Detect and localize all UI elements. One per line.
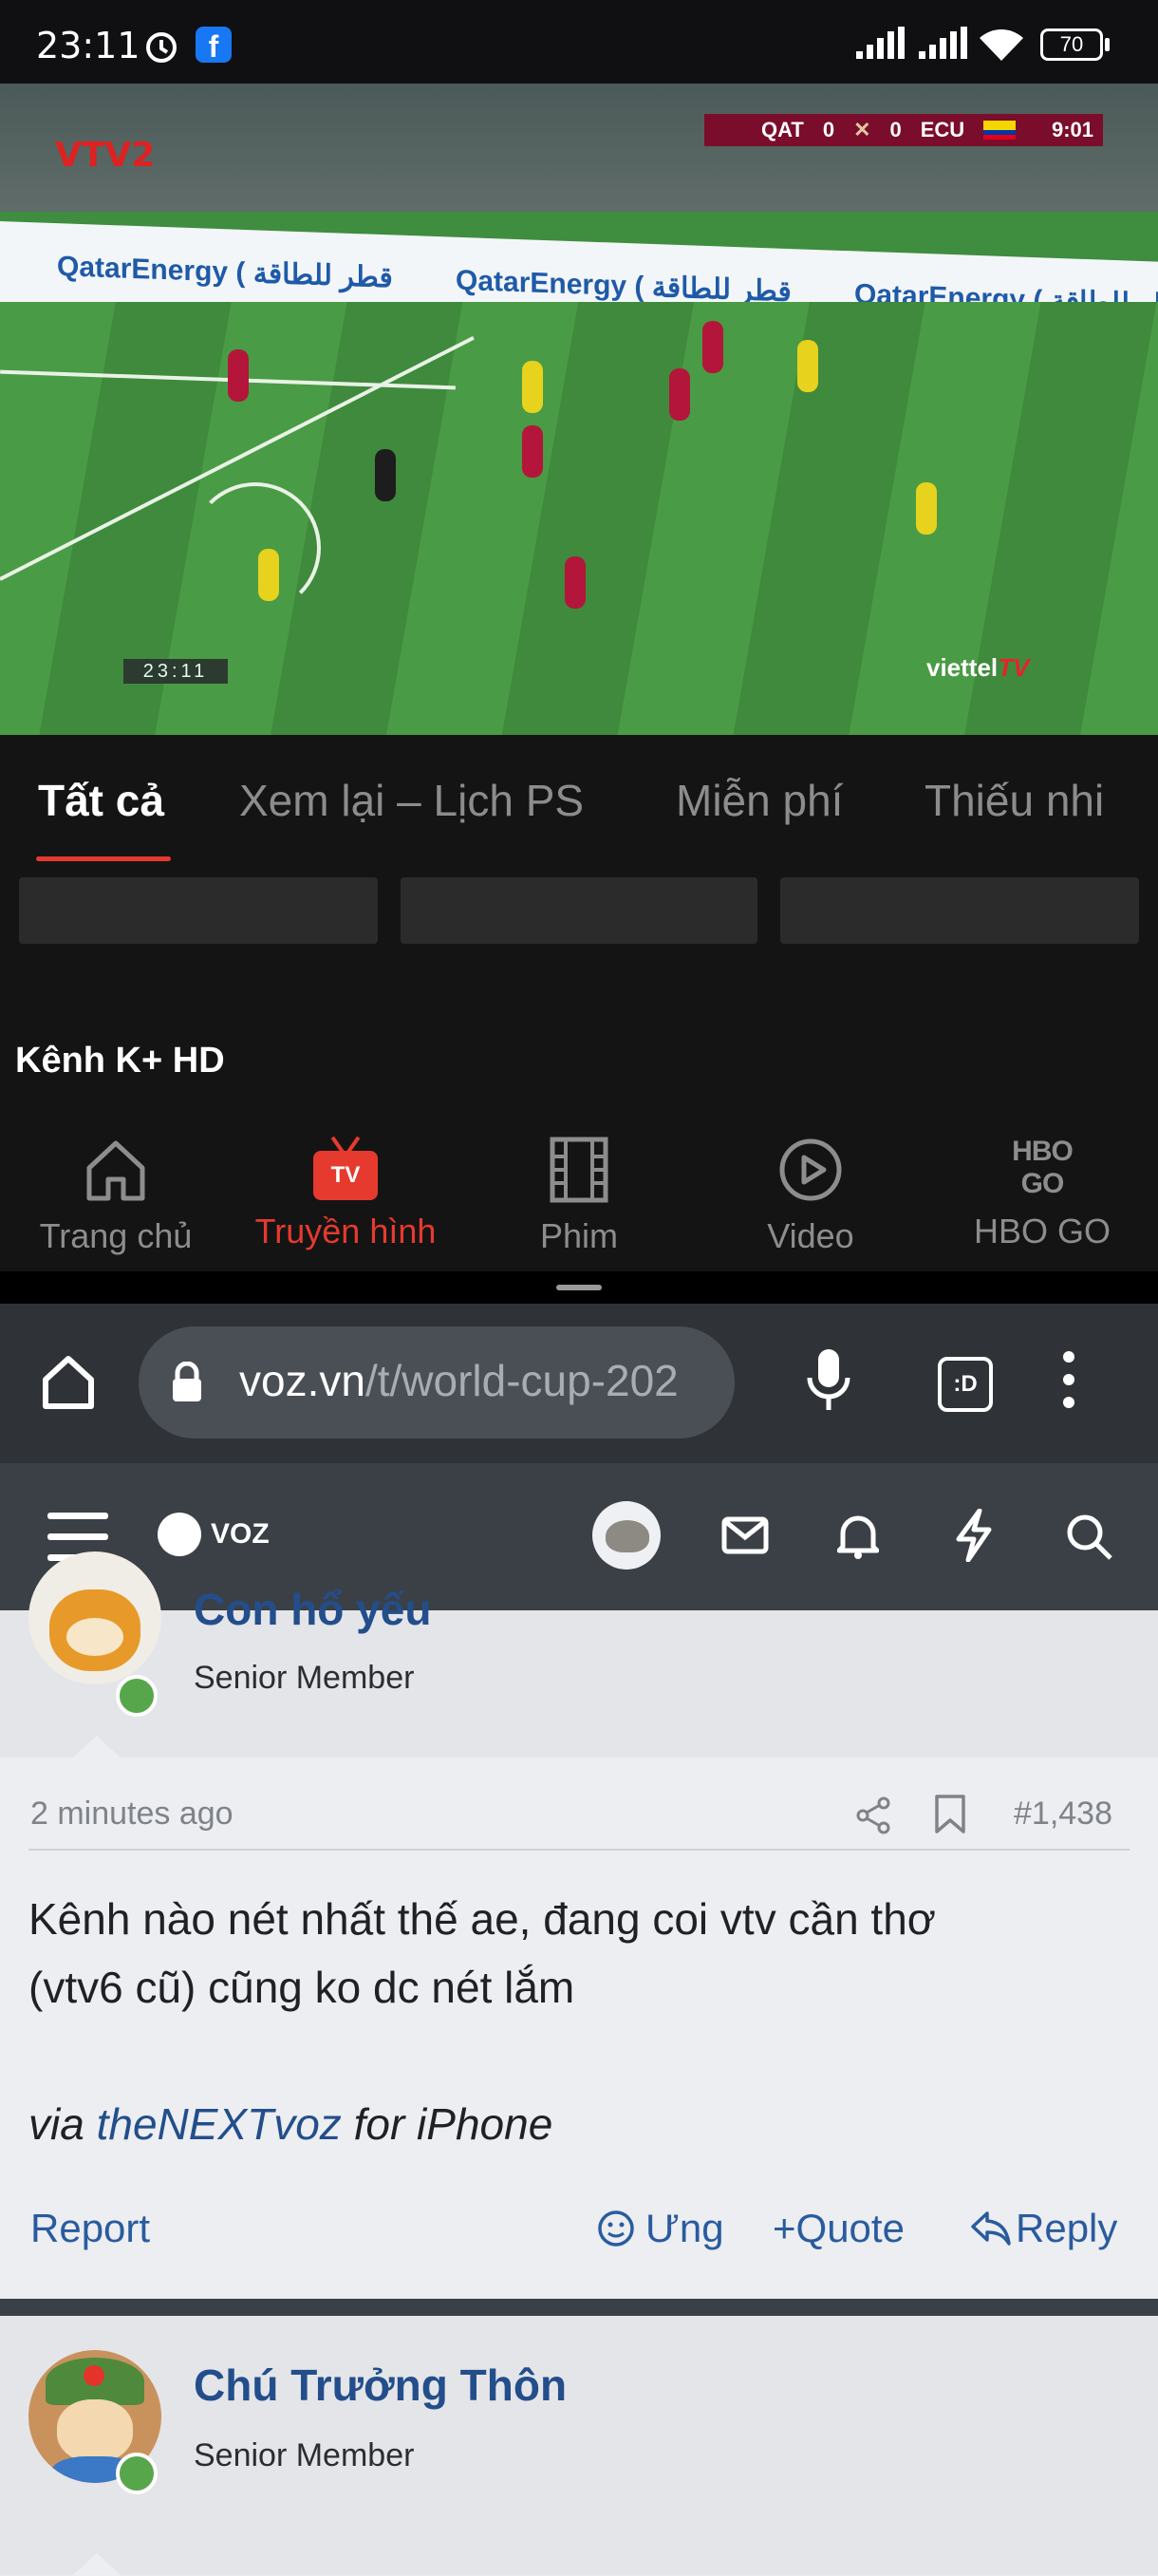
author-avatar[interactable]	[28, 1551, 161, 1684]
url-text: voz.vn/t/world-cup-202	[239, 1355, 679, 1406]
plus-icon: +	[773, 2206, 796, 2250]
tv-app: Tất cả Xem lại – Lịch PS Miễn phí Thiếu …	[0, 735, 1158, 1271]
hbo-go-logo: HBO GO	[1012, 1136, 1074, 1199]
nav-label: Truyền hình	[254, 1212, 437, 1250]
nav-video[interactable]: Video	[697, 1136, 925, 1256]
channel-placeholder[interactable]	[401, 877, 757, 944]
tab-thieu-nhi[interactable]: Thiếu nhi	[925, 775, 1104, 826]
home-icon	[86, 1140, 145, 1201]
nav-label: HBO GO	[973, 1212, 1111, 1250]
search-icon[interactable]	[1065, 1513, 1114, 1562]
nav-hbo-go[interactable]: HBO GO HBO GO	[928, 1136, 1156, 1251]
author-role: Senior Member	[194, 1660, 415, 1696]
post-pointer	[72, 1736, 121, 1758]
bell-icon[interactable]	[837, 1511, 879, 1560]
channel-placeholder[interactable]	[780, 877, 1139, 944]
meta-divider	[28, 1849, 1130, 1851]
signal-icon-1	[856, 27, 905, 59]
nav-trang-chu[interactable]: Trang chủ	[2, 1136, 230, 1256]
tab-xem-lai[interactable]: Xem lại – Lịch PS	[239, 775, 584, 826]
away-score: 0	[889, 118, 902, 141]
author-role: Senior Member	[194, 2437, 415, 2473]
nav-phim[interactable]: Phim	[465, 1136, 693, 1256]
post-text-line: Kênh nào nét nhất thế ae, đang coi vtv c…	[28, 1894, 936, 1944]
mail-icon[interactable]	[721, 1516, 769, 1554]
scoreboard: QAT 0 ✕ 0 ECU 9:01	[704, 114, 1103, 146]
home-score: 0	[822, 118, 835, 141]
post-number[interactable]: #1,438	[1014, 1796, 1112, 1833]
film-icon	[550, 1137, 608, 1203]
voz-logo[interactable]: VOZ	[211, 1518, 270, 1551]
post-time[interactable]: 2 minutes ago	[30, 1796, 233, 1833]
signal-icon-2	[919, 27, 967, 59]
post-signature: via theNEXTvoz for iPhone	[28, 2099, 553, 2149]
play-icon	[779, 1138, 842, 1201]
url-host: voz.vn	[239, 1356, 365, 1405]
nav-label: Trang chủ	[39, 1216, 193, 1255]
online-indicator-icon	[116, 1675, 158, 1717]
home-team: QAT	[761, 118, 804, 141]
viettel-tv-watermark: viettelTV	[926, 653, 1030, 682]
nav-label: Phim	[539, 1216, 619, 1255]
battery-level: 70	[1059, 32, 1084, 56]
voz-logo-mark	[158, 1513, 201, 1556]
wifi-icon	[980, 29, 1023, 61]
ecuador-flag-icon	[983, 121, 1017, 140]
channel-placeholder[interactable]	[19, 877, 378, 944]
lock-icon	[173, 1362, 201, 1401]
author-name[interactable]: Chú Trưởng Thôn	[194, 2360, 567, 2411]
post-content: Kênh nào nét nhất thế ae, đang coi vtv c…	[28, 1885, 1130, 2158]
post-author-block: Chú Trưởng Thôn Senior Member	[0, 2316, 1158, 2576]
lightning-icon[interactable]	[955, 1509, 993, 1562]
bookmark-icon[interactable]	[934, 1794, 966, 1835]
reply-button[interactable]: Reply	[970, 2206, 1117, 2251]
home-icon[interactable]	[38, 1351, 99, 1412]
url-bar[interactable]: voz.vn/t/world-cup-202	[139, 1326, 735, 1438]
browser-toolbar: voz.vn/t/world-cup-202 :D	[0, 1304, 1158, 1463]
post-author-block: Con hổ yếu Senior Member	[0, 1551, 1158, 1758]
author-name[interactable]: Con hổ yếu	[194, 1584, 431, 1635]
status-bar: 23:11 f 70	[0, 0, 1158, 84]
battery-icon: 70	[1040, 28, 1103, 61]
split-screen-handle[interactable]	[556, 1285, 602, 1290]
section-title: Kênh K+ HD	[15, 1041, 225, 1081]
report-link[interactable]: Report	[30, 2206, 150, 2251]
tab-switcher-button[interactable]: :D	[938, 1357, 993, 1412]
quote-label: Quote	[795, 2206, 905, 2250]
online-indicator-icon	[116, 2453, 158, 2494]
url-path: /t/world-cup-202	[364, 1356, 679, 1405]
stadium-stands	[0, 84, 1158, 212]
post-separator	[0, 2299, 1158, 2316]
video-timestamp: 23:11	[123, 659, 228, 684]
ung-button[interactable]: Ưng	[596, 2206, 724, 2251]
active-tab-indicator	[36, 856, 171, 861]
quote-button[interactable]: +Quote	[773, 2206, 905, 2251]
nav-label: Video	[767, 1216, 854, 1255]
tab-mien-phi[interactable]: Miễn phí	[676, 775, 843, 826]
vtv2-logo: VTV2	[55, 136, 156, 175]
alarm-icon	[146, 32, 177, 63]
post-pointer	[72, 2553, 121, 2576]
tv-icon: TV	[311, 1136, 380, 1204]
post-text-line: (vtv6 cũ) cũng ko dc nét lắm	[28, 1963, 575, 2012]
match-clock: 9:01	[1051, 118, 1093, 141]
thenextvoz-link[interactable]: theNEXTvoz	[97, 2099, 342, 2149]
ung-label: Ưng	[645, 2206, 724, 2250]
voz-header: VOZ	[0, 1463, 1158, 1610]
nav-truyen-hinh[interactable]: TV Truyền hình	[232, 1136, 459, 1251]
mic-icon[interactable]	[805, 1347, 852, 1416]
away-team: ECU	[920, 118, 965, 141]
status-time: 23:11	[36, 25, 140, 66]
user-avatar[interactable]	[592, 1501, 661, 1570]
tab-tat-ca[interactable]: Tất cả	[38, 775, 164, 826]
emoji-react-icon	[598, 2210, 634, 2247]
post-body: 2 minutes ago #1,438 Kênh nào nét nhất t…	[0, 1758, 1158, 2299]
reply-icon	[971, 2211, 1011, 2246]
share-icon[interactable]	[854, 1796, 892, 1835]
more-menu-icon[interactable]	[1063, 1351, 1076, 1408]
facebook-icon: f	[196, 27, 232, 64]
battery-tip	[1105, 38, 1110, 51]
video-player[interactable]: QatarEnergy ( قطر للطاقة QatarEnergy ( ق…	[0, 84, 1158, 735]
reply-label: Reply	[1016, 2206, 1118, 2250]
